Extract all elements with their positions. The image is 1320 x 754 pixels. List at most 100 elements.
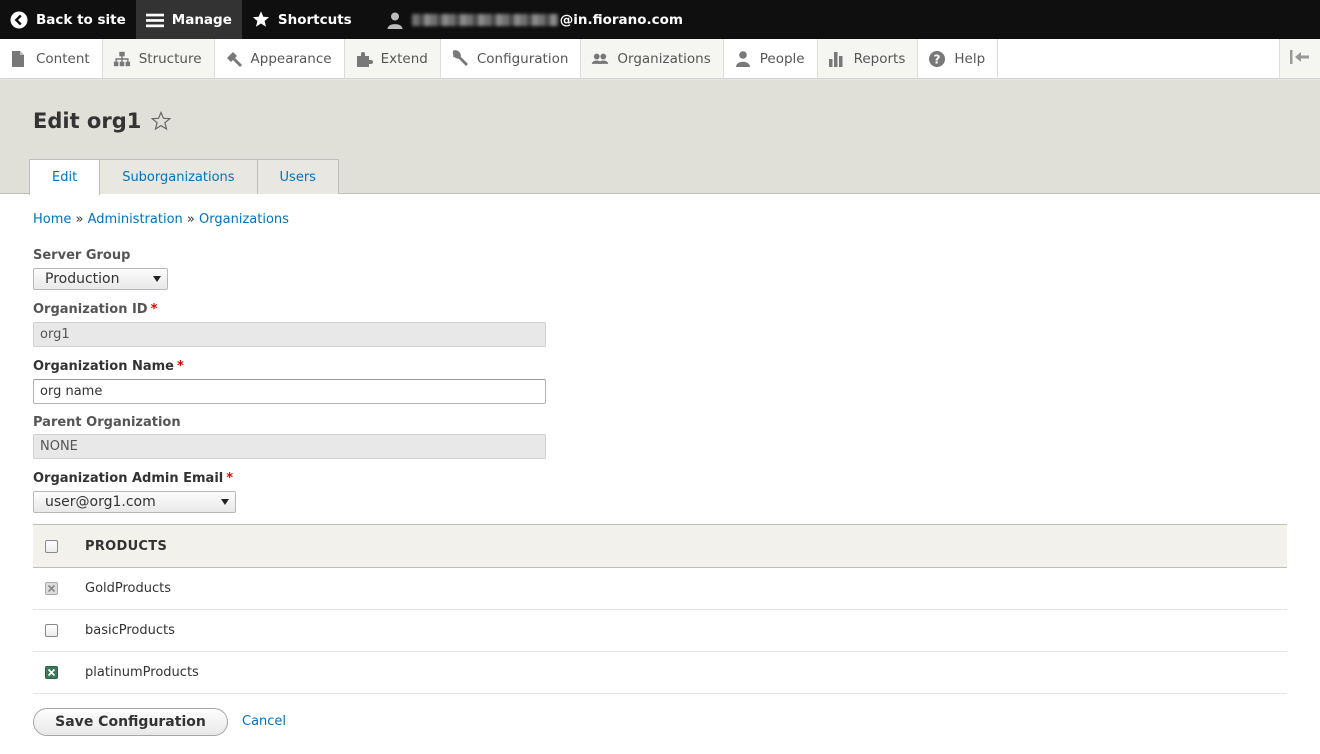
save-configuration-button[interactable]: Save Configuration: [33, 708, 228, 736]
required-marker: *: [150, 302, 158, 317]
tray-label-extend: Extend: [380, 50, 428, 67]
tray-orientation-toggle[interactable]: [1279, 39, 1320, 78]
products-column-header: PRODUCTS: [85, 538, 168, 554]
user-email-label: @in.fiorano.com: [559, 11, 683, 28]
tray-item-people[interactable]: People: [724, 39, 818, 78]
group-icon: [591, 50, 609, 68]
shortcuts-label: Shortcuts: [277, 11, 352, 28]
svg-text:?: ?: [934, 52, 941, 66]
tab-edit[interactable]: Edit: [29, 159, 101, 195]
manage-tab[interactable]: Manage: [135, 0, 242, 39]
breadcrumb-organizations[interactable]: Organizations: [199, 212, 289, 227]
org-name-field[interactable]: org name: [33, 379, 546, 404]
tray-label-people: People: [759, 50, 805, 67]
admin-email-label: Organization Admin Email *: [33, 471, 233, 486]
tray-item-help[interactable]: ? Help: [918, 39, 999, 78]
tab-users[interactable]: Users: [256, 159, 339, 194]
row-name: GoldProducts: [85, 581, 172, 596]
tray-label-content: Content: [36, 50, 90, 67]
dropdown-caret-icon: [153, 276, 161, 282]
tray-label-appearance: Appearance: [250, 50, 332, 67]
page-title-wrap: Edit org1: [33, 109, 172, 133]
org-name-value: org name: [40, 384, 103, 399]
tray-label-configuration: Configuration: [476, 50, 569, 67]
parent-org-field: NONE: [33, 434, 546, 459]
star-icon: [252, 11, 270, 29]
paintbrush-icon: [225, 50, 243, 68]
person-icon: [734, 50, 752, 68]
back-to-site-link[interactable]: Back to site: [0, 0, 136, 39]
admin-tray: Content Structure Appearance Extend Conf…: [0, 39, 1320, 79]
user-account-tab[interactable]: @in.fiorano.com: [376, 0, 693, 39]
org-id-field: org1: [33, 322, 546, 347]
select-all-cell: [33, 539, 85, 553]
dropdown-caret-icon: [221, 499, 229, 505]
tray-label-organizations: Organizations: [617, 50, 711, 67]
toolbar-bar: Back to site Manage Shortcuts @in.fioran…: [0, 0, 1320, 39]
file-icon: [10, 50, 28, 68]
products-table: PRODUCTS GoldProducts basicProducts plat…: [33, 524, 1287, 694]
shortcut-star-icon[interactable]: [151, 111, 172, 131]
row-checkbox-goldproducts: [45, 582, 58, 595]
tray-item-appearance[interactable]: Appearance: [215, 39, 345, 78]
page-title: Edit org1: [33, 109, 142, 133]
tray-item-structure[interactable]: Structure: [102, 39, 215, 78]
tray-label-structure: Structure: [138, 50, 202, 67]
back-to-site-label: Back to site: [36, 11, 126, 28]
admin-email-value: user@org1.com: [45, 494, 156, 510]
row-checkbox-platinumproducts[interactable]: [45, 666, 58, 679]
tray-item-extend[interactable]: Extend: [344, 39, 441, 78]
breadcrumb-home[interactable]: Home: [33, 212, 71, 227]
server-group-value: Production: [45, 271, 120, 287]
tray-item-configuration[interactable]: Configuration: [441, 39, 582, 78]
chevron-left-circle-icon: [10, 11, 28, 29]
primary-tabs: Edit Suborganizations Users: [29, 159, 339, 195]
org-id-label-text: Organization ID: [33, 302, 148, 317]
manage-label: Manage: [171, 11, 232, 28]
checkmark-x-icon: [47, 584, 56, 593]
collapse-left-icon: [1290, 49, 1310, 68]
row-name: platinumProducts: [85, 665, 199, 680]
row-checkbox-cell: [33, 666, 85, 679]
breadcrumb-administration[interactable]: Administration: [88, 212, 183, 227]
tray-item-reports[interactable]: Reports: [817, 39, 919, 78]
breadcrumb: Home » Administration » Organizations: [33, 212, 289, 227]
parent-org-label: Parent Organization: [33, 415, 181, 430]
tray-label-help: Help: [954, 50, 986, 67]
select-all-checkbox[interactable]: [45, 539, 58, 553]
tab-suborganizations[interactable]: Suborganizations: [99, 159, 258, 194]
org-id-value: org1: [40, 327, 70, 342]
help-icon: ?: [928, 50, 946, 68]
table-header: PRODUCTS: [33, 524, 1287, 568]
org-id-label: Organization ID *: [33, 302, 157, 317]
server-group-label: Server Group: [33, 248, 131, 263]
tray-item-content[interactable]: Content: [0, 39, 103, 78]
table-row: GoldProducts: [33, 568, 1287, 610]
user-icon: [386, 11, 404, 29]
parent-org-value: NONE: [40, 439, 78, 454]
row-checkbox-cell: [33, 624, 85, 637]
breadcrumb-separator: »: [186, 212, 195, 227]
page-header: Edit org1 Edit Suborganizations Users: [0, 80, 1320, 195]
bar-chart-icon: [828, 50, 846, 68]
required-marker: *: [177, 359, 184, 374]
row-checkbox-cell: [33, 582, 85, 595]
user-name-redacted: [411, 13, 558, 26]
org-name-label-text: Organization Name: [33, 359, 174, 374]
puzzle-icon: [355, 50, 373, 68]
checkmark-x-icon: [47, 668, 56, 677]
required-marker: *: [226, 471, 234, 486]
admin-email-select[interactable]: user@org1.com: [33, 491, 236, 513]
admin-email-label-text: Organization Admin Email: [33, 471, 224, 486]
server-group-select[interactable]: Production: [33, 268, 168, 290]
tray-label-reports: Reports: [853, 50, 906, 67]
row-checkbox-basicproducts[interactable]: [45, 624, 58, 637]
row-name: basicProducts: [85, 623, 175, 638]
cancel-link[interactable]: Cancel: [242, 714, 286, 729]
table-row: basicProducts: [33, 610, 1287, 652]
breadcrumb-separator: »: [75, 212, 84, 227]
sitemap-icon: [113, 50, 131, 68]
tray-item-organizations[interactable]: Organizations: [581, 39, 724, 78]
shortcuts-tab[interactable]: Shortcuts: [242, 0, 362, 39]
hamburger-icon: [145, 11, 164, 29]
